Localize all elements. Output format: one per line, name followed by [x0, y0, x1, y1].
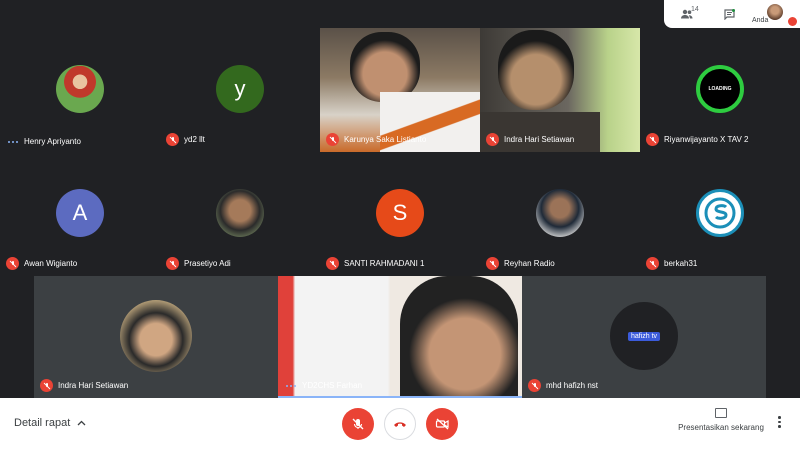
chevron-up-icon	[77, 420, 86, 426]
participant-tile[interactable]: Prasetiyo Adi	[160, 152, 320, 276]
participant-name: Awan Wigianto	[24, 259, 78, 268]
grid-spacer	[0, 276, 34, 398]
participant-name-tag: YD2CHS Farhan	[284, 381, 362, 390]
participant-count: 14	[691, 6, 699, 13]
avatar	[56, 65, 104, 113]
bottom-bar: Detail rapat Presentasikan sekarang	[0, 398, 800, 450]
present-screen-icon	[715, 408, 727, 418]
mic-off-icon	[166, 133, 179, 146]
participant-tile[interactable]: S SANTI RAHMADANI 1	[320, 152, 480, 276]
participant-tile[interactable]: Henry Apriyanto	[0, 28, 160, 152]
participant-name-tag: Karunya Saka Listianto	[326, 133, 426, 146]
participant-name: Indra Hari Setiawan	[504, 135, 575, 144]
participant-name: YD2CHS Farhan	[302, 381, 363, 390]
avatar	[120, 300, 192, 372]
mic-off-icon	[486, 257, 499, 270]
participant-name: Indra Hari Setiawan	[58, 381, 129, 390]
participant-name-tag: mhd hafizh nst	[528, 379, 598, 392]
more-options-icon[interactable]	[778, 416, 781, 428]
avatar: y	[216, 65, 264, 113]
mic-off-icon	[40, 379, 53, 392]
present-now-label: Presentasikan sekarang	[678, 423, 764, 432]
participant-name: Riyanwijayanto X TAV 2	[664, 135, 749, 144]
participant-name: SANTI RAHMADANI 1	[344, 259, 425, 268]
participant-name-tag: yd2 llt	[166, 133, 205, 146]
participant-tile[interactable]: y yd2 llt	[160, 28, 320, 152]
speaking-indicator-icon	[6, 140, 19, 143]
participant-name: Prasetiyo Adi	[184, 259, 231, 268]
participant-name: mhd hafizh nst	[546, 381, 599, 390]
loading-badge: LOADING	[708, 86, 732, 92]
camera-off-icon	[435, 418, 449, 430]
participant-video-face	[498, 30, 574, 110]
avatar-initial: S	[392, 200, 408, 225]
participant-name-tag: Indra Hari Setiawan	[486, 133, 574, 146]
participant-name: Henry Apriyanto	[24, 137, 81, 146]
participant-name: yd2 llt	[184, 135, 205, 144]
avatar: S	[376, 189, 424, 237]
avatar: A	[56, 189, 104, 237]
participant-video-tile[interactable]: Indra Hari Setiawan	[480, 28, 640, 152]
participant-tile[interactable]: berkah31	[640, 152, 800, 276]
participant-tile[interactable]: Indra Hari Setiawan	[34, 276, 278, 398]
grid-spacer	[766, 276, 800, 398]
microphone-toggle-button[interactable]	[342, 408, 374, 440]
chat-icon[interactable]	[721, 4, 737, 24]
leave-call-button[interactable]	[384, 408, 416, 440]
participant-video-tile[interactable]: YD2CHS Farhan	[278, 276, 522, 398]
meeting-details-label: Detail rapat	[14, 417, 71, 429]
mic-off-icon	[326, 133, 339, 146]
participant-tile[interactable]: LOADING Riyanwijayanto X TAV 2	[640, 28, 800, 152]
self-avatar	[767, 4, 783, 20]
mic-off-icon	[528, 379, 541, 392]
participant-name-tag: Prasetiyo Adi	[166, 257, 231, 270]
participant-video-shirt	[480, 112, 600, 152]
self-label: Anda	[752, 17, 769, 24]
self-mic-off-icon	[788, 17, 797, 26]
mic-off-icon	[646, 133, 659, 146]
avatar-initial: y	[234, 76, 246, 101]
camera-toggle-button[interactable]	[426, 408, 458, 440]
participant-video-tile[interactable]: Karunya Saka Listianto	[320, 28, 480, 152]
participant-tile[interactable]: hafizh tv mhd hafizh nst	[522, 276, 766, 398]
participant-grid: Henry Apriyanto y yd2 llt Karunya Saka L…	[0, 28, 800, 398]
hafizh-tv-badge: hafizh tv	[627, 331, 661, 341]
meeting-details-button[interactable]: Detail rapat	[14, 417, 86, 429]
berkah-logo-icon	[704, 197, 736, 229]
mic-off-icon	[352, 418, 364, 430]
mic-off-icon	[486, 133, 499, 146]
hang-up-icon	[394, 422, 406, 427]
avatar: hafizh tv	[608, 300, 680, 372]
speaking-indicator-icon	[284, 384, 297, 387]
participant-name: Karunya Saka Listianto	[344, 135, 427, 144]
avatar-initial: A	[72, 200, 88, 225]
participant-tile[interactable]: A Awan Wigianto	[0, 152, 160, 276]
participant-name-tag: SANTI RAHMADANI 1	[326, 257, 424, 270]
avatar	[536, 189, 584, 237]
participant-name-tag: Indra Hari Setiawan	[40, 379, 128, 392]
top-bar: 14 Anda	[0, 0, 800, 28]
participant-tile[interactable]: Reyhan Radio	[480, 152, 640, 276]
avatar	[216, 189, 264, 237]
participant-name-tag: Reyhan Radio	[486, 257, 555, 270]
participant-name-tag: Henry Apriyanto	[6, 137, 81, 146]
participant-name-tag: Riyanwijayanto X TAV 2	[646, 133, 748, 146]
mic-off-icon	[166, 257, 179, 270]
present-now-button[interactable]: Presentasikan sekarang	[676, 408, 766, 432]
mic-off-icon	[326, 257, 339, 270]
mic-off-icon	[646, 257, 659, 270]
participant-name-tag: berkah31	[646, 257, 697, 270]
participant-name: berkah31	[664, 259, 698, 268]
participant-name-tag: Awan Wigianto	[6, 257, 77, 270]
avatar	[696, 189, 744, 237]
mic-off-icon	[6, 257, 19, 270]
participant-video-face	[400, 276, 518, 396]
avatar: LOADING	[696, 65, 744, 113]
participant-name: Reyhan Radio	[504, 259, 555, 268]
